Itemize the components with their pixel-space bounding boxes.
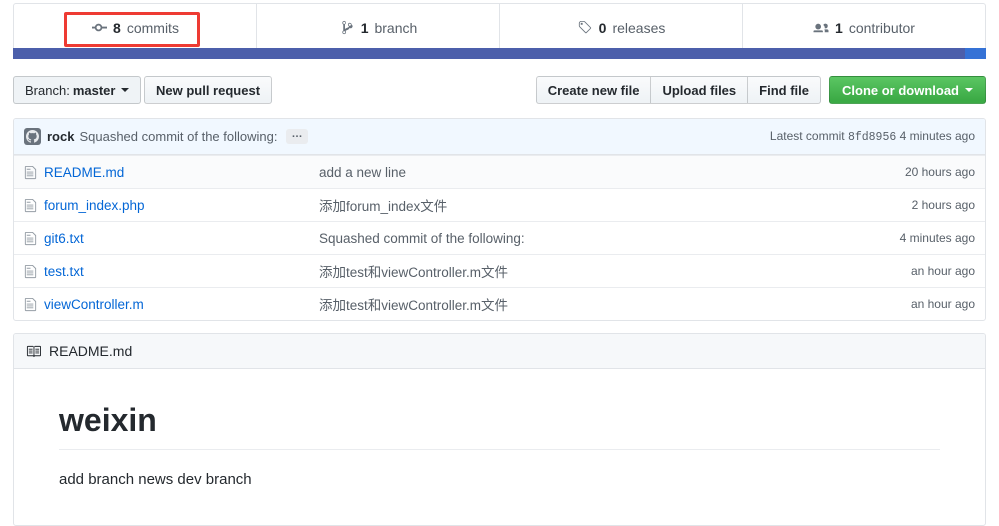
new-pull-request-button[interactable]: New pull request: [144, 76, 273, 104]
readme-heading: weixin: [59, 402, 157, 438]
stat-commits-label: commits: [126, 19, 179, 36]
readme-title: README.md: [49, 343, 133, 359]
commit-author-link[interactable]: rock: [47, 129, 74, 144]
readme-header: README.md: [14, 334, 985, 369]
file-name-cell: test.txt: [24, 264, 319, 279]
file-name-cell: forum_index.php: [24, 198, 319, 213]
file-link[interactable]: README.md: [44, 165, 124, 180]
stat-releases-label: releases: [612, 19, 666, 36]
file-commit-message[interactable]: 添加forum_index文件: [319, 195, 912, 215]
stat-contributors[interactable]: 1 contributor: [743, 4, 985, 51]
stat-branches-label: branch: [374, 19, 418, 36]
tag-icon: [577, 20, 593, 36]
table-row[interactable]: viewController.m 添加test和viewController.m…: [14, 287, 985, 320]
file-commit-message[interactable]: 添加test和viewController.m文件: [319, 294, 911, 314]
table-row[interactable]: forum_index.php 添加forum_index文件 2 hours …: [14, 188, 985, 221]
file-commit-time: an hour ago: [910, 297, 975, 311]
file-name-cell: git6.txt: [24, 231, 319, 246]
stat-commits[interactable]: 8 commits: [14, 4, 257, 51]
table-row[interactable]: git6.txt Squashed commit of the followin…: [14, 221, 985, 254]
file-name-cell: viewController.m: [24, 297, 319, 312]
clone-or-download-button[interactable]: Clone or download: [829, 76, 986, 104]
file-link[interactable]: test.txt: [44, 264, 84, 279]
readme-container: README.md weixin add branch news dev bra…: [13, 333, 986, 526]
table-row[interactable]: test.txt 添加test和viewController.m文件 an ho…: [14, 254, 985, 287]
commit-icon: [91, 20, 107, 36]
file-icon: [24, 231, 37, 246]
chevron-down-icon: [121, 88, 130, 92]
file-commit-time: an hour ago: [910, 264, 975, 278]
file-action-button-group: Create new file Upload files Find file: [535, 76, 821, 104]
file-icon: [24, 264, 37, 279]
file-link[interactable]: forum_index.php: [44, 198, 145, 213]
readme-divider: [59, 449, 940, 451]
latest-commit-label: Latest commit: [769, 129, 845, 143]
file-commit-time: 20 hours ago: [904, 165, 975, 179]
stat-releases-count: 0: [598, 19, 607, 36]
file-commit-time: 2 hours ago: [911, 198, 975, 212]
stat-contributors-label: contributor: [848, 19, 915, 36]
people-icon: [813, 20, 829, 36]
file-link[interactable]: git6.txt: [44, 231, 84, 246]
branch-selector-button[interactable]: Branch: master: [13, 76, 142, 104]
repository-page: 8 commits 1 branch 0 releases 1 contribu…: [0, 0, 999, 526]
clone-or-download-label: Clone or download: [842, 82, 959, 98]
commit-sha-link[interactable]: 8fd8956: [848, 131, 896, 144]
file-icon: [24, 165, 37, 180]
chevron-down-icon: [965, 88, 973, 92]
stat-commits-count: 8: [113, 19, 121, 36]
file-name-cell: README.md: [24, 165, 319, 180]
latest-commit-meta: Latest commit 8fd8956 4 minutes ago: [770, 129, 975, 144]
commit-message-link[interactable]: Squashed commit of the following:: [79, 129, 277, 144]
branch-icon: [339, 20, 355, 36]
table-row[interactable]: README.md add a new line 20 hours ago: [14, 155, 985, 188]
file-commit-time: 4 minutes ago: [899, 231, 975, 245]
language-segment-secondary: [964, 48, 986, 59]
find-file-button[interactable]: Find file: [747, 76, 821, 104]
file-icon: [24, 297, 37, 312]
branch-prefix-label: Branch:: [25, 82, 70, 98]
branch-name-label: master: [72, 82, 116, 98]
file-commit-message[interactable]: add a new line: [319, 165, 905, 180]
readme-paragraph: add branch news dev branch: [59, 471, 252, 489]
language-bar: [13, 48, 986, 59]
file-list-container: rock Squashed commit of the following: ……: [13, 118, 986, 321]
upload-files-button[interactable]: Upload files: [650, 76, 748, 104]
latest-commit-bar: rock Squashed commit of the following: ……: [14, 119, 985, 155]
stat-branches-count: 1: [360, 19, 369, 36]
expand-commit-message-button[interactable]: …: [286, 129, 309, 144]
create-new-file-button[interactable]: Create new file: [535, 76, 651, 104]
book-icon: [26, 344, 41, 359]
file-icon: [24, 198, 37, 213]
stat-contributors-count: 1: [835, 19, 843, 36]
repository-toolbar: Branch: master New pull request Create n…: [13, 76, 986, 110]
stat-branches[interactable]: 1 branch: [257, 4, 500, 51]
file-link[interactable]: viewController.m: [44, 297, 144, 312]
avatar: [24, 128, 41, 145]
stat-releases[interactable]: 0 releases: [500, 4, 743, 51]
file-commit-message[interactable]: Squashed commit of the following:: [319, 231, 900, 246]
repository-stats-bar: 8 commits 1 branch 0 releases 1 contribu…: [13, 3, 986, 52]
language-segment-primary: [13, 48, 965, 59]
file-commit-message[interactable]: 添加test和viewController.m文件: [319, 261, 911, 281]
latest-commit-time: 4 minutes ago: [899, 129, 975, 143]
toolbar-right-group: Create new file Upload files Find file C…: [535, 76, 986, 104]
readme-body: weixin add branch news dev branch: [14, 369, 985, 492]
